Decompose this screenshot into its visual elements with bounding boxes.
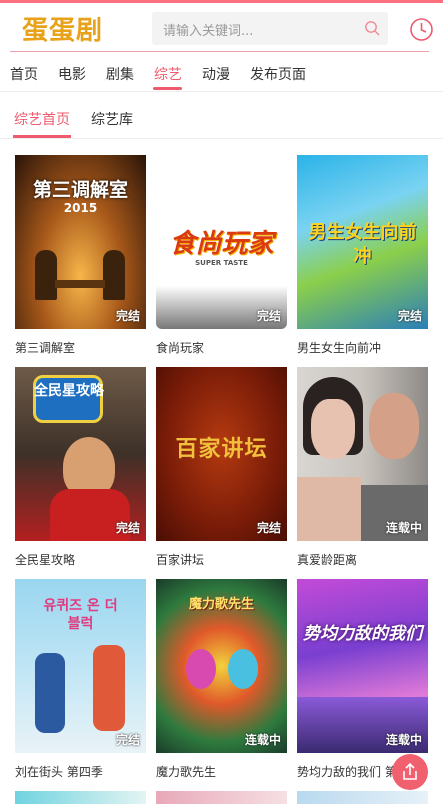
poster-title-art: 魔力歌先生 [188,597,254,612]
show-card[interactable]: 连载中 真爱龄距离 [297,367,428,568]
show-title[interactable]: 第三调解室 [15,339,146,356]
show-poster[interactable]: 全民星攻略 完结 [15,367,146,541]
show-title[interactable]: 男生女生向前冲 [297,339,428,356]
site-logo[interactable]: 蛋蛋剧 [22,10,103,47]
nav-item-series[interactable]: 剧集 [106,64,134,84]
show-title[interactable]: 真爱龄距离 [297,551,428,568]
show-poster[interactable]: 魔力歌先生 连载中 [156,579,287,753]
status-badge: 完结 [397,309,422,323]
nav-item-anime[interactable]: 动漫 [202,64,230,84]
show-card[interactable]: 势均力敌的我们 连载中 势均力敌的我们 第 [297,579,428,780]
show-poster[interactable] [156,791,287,804]
silhouette-left [35,250,57,300]
poster-year: 2015 [63,201,98,215]
show-title[interactable]: 全民星攻略 [15,551,146,568]
silhouette-right [103,250,125,300]
share-button[interactable] [392,754,428,790]
show-title[interactable]: 魔力歌先生 [156,763,287,780]
show-card[interactable]: 食尚玩家 SUPER TASTE 完结 食尚玩家 [156,155,287,356]
show-title[interactable]: 刘在街头 第四季 [15,763,146,780]
poster-title-art: 百家讲坛 [175,436,268,462]
history-clock-icon[interactable] [409,17,434,42]
show-poster[interactable] [297,791,428,804]
show-title[interactable]: 食尚玩家 [156,339,287,356]
host-face [63,437,115,497]
status-badge: 完结 [115,309,140,323]
status-badge: 连载中 [385,521,422,535]
nav-item-movies[interactable]: 电影 [58,64,86,84]
poster-title-art: 第三调解室 [32,179,128,201]
show-poster[interactable]: 百家讲坛 完结 [156,367,287,541]
show-card-partial[interactable] [156,791,287,804]
show-poster[interactable]: 유퀴즈 온 더 블럭 完结 [15,579,146,753]
search-box[interactable]: 请输入关键词... [152,12,388,45]
man-face [369,393,419,459]
share-upload-icon [403,762,417,780]
show-card[interactable]: 第三调解室 2015 完结 第三调解室 [15,155,146,356]
status-badge: 连载中 [244,733,281,747]
show-card-partial[interactable] [297,791,428,804]
show-poster[interactable]: 男生女生向前冲 完结 [297,155,428,329]
show-poster[interactable]: 食尚玩家 SUPER TASTE 完结 [156,155,287,329]
show-poster[interactable]: 连载中 [297,367,428,541]
table-shape [55,280,105,288]
nav-item-publish[interactable]: 发布页面 [250,64,306,84]
show-card[interactable]: 유퀴즈 온 더 블럭 完结 刘在街头 第四季 [15,579,146,780]
show-card[interactable]: 男生女生向前冲 完结 男生女生向前冲 [297,155,428,356]
search-icon[interactable] [364,20,380,36]
woman-shoulder [297,477,361,541]
poster-subtitle: SUPER TASTE [195,259,248,267]
tab-variety-home[interactable]: 综艺首页 [14,109,70,129]
nav-item-home[interactable]: 首页 [10,64,38,84]
woman-face [311,399,355,459]
status-badge: 完结 [115,521,140,535]
show-poster[interactable]: 势均力敌的我们 连载中 [297,579,428,753]
cartoon-figure-left [35,653,65,733]
cartoon-figure-right [93,645,125,731]
header: 蛋蛋剧 请输入关键词... [0,3,443,51]
status-badge: 完结 [256,309,281,323]
sub-nav: 综艺首页 综艺库 [0,92,443,139]
poster-title-art: 食尚玩家 [169,229,274,259]
show-card[interactable]: 魔力歌先生 连载中 魔力歌先生 [156,579,287,780]
nav-item-variety[interactable]: 综艺 [154,64,182,84]
status-badge: 连载中 [385,733,422,747]
show-title[interactable]: 百家讲坛 [156,551,287,568]
poster-title-art: 全民星攻略 [34,383,104,399]
show-card[interactable]: 全民星攻略 完结 全民星攻略 [15,367,146,568]
poster-title-art: 男生女生向前冲 [308,222,417,267]
nav-active-indicator [153,87,182,90]
creature-right [228,649,258,689]
show-poster[interactable] [15,791,146,804]
show-card-partial[interactable] [15,791,146,804]
creature-left [186,649,216,689]
poster-title-art: 势均力敌的我们 [303,624,422,644]
search-input[interactable]: 请输入关键词... [163,20,253,39]
subnav-active-indicator [13,135,71,138]
show-card[interactable]: 百家讲坛 完结 百家讲坛 [156,367,287,568]
status-badge: 完结 [115,733,140,747]
show-poster[interactable]: 第三调解室 2015 完结 [15,155,146,329]
status-badge: 完结 [256,521,281,535]
poster-title-art: 유퀴즈 온 더 블럭 [43,598,118,632]
tab-variety-library[interactable]: 综艺库 [91,109,133,129]
main-nav: 首页 电影 剧集 综艺 动漫 发布页面 [0,52,443,92]
